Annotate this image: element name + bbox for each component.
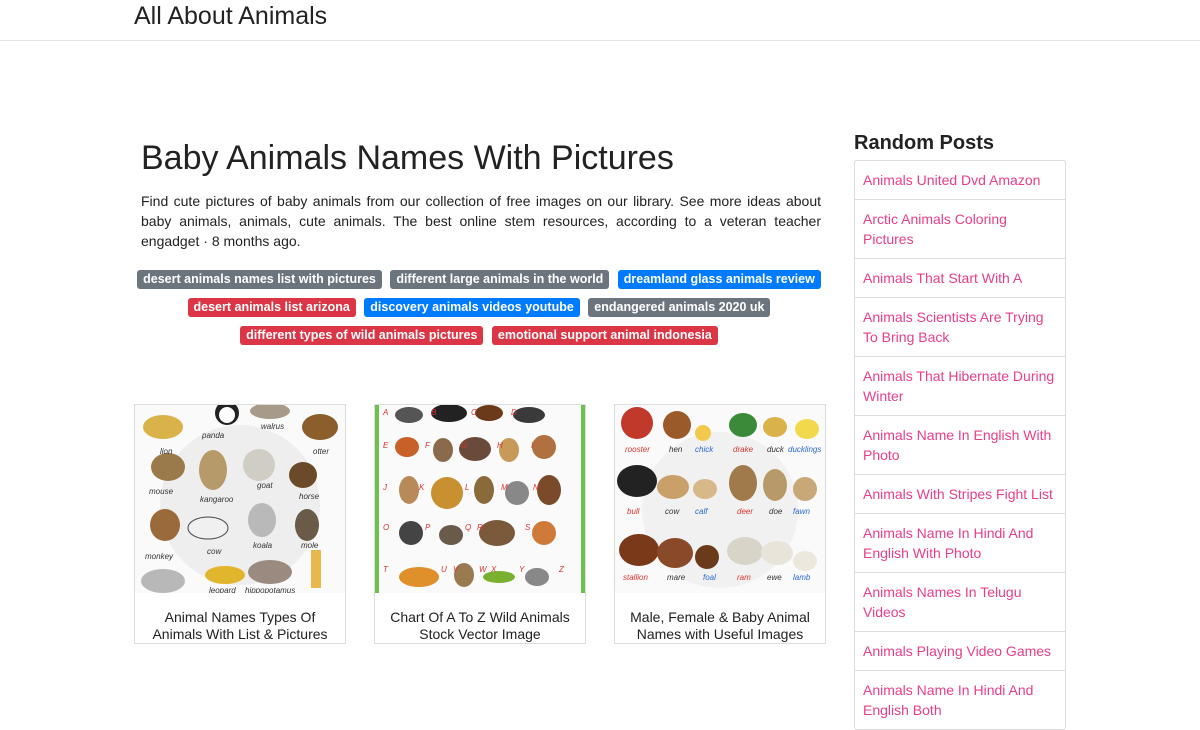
- animal-label: mouse: [149, 487, 174, 496]
- animal-label: lion: [160, 447, 173, 456]
- letter-label: X: [491, 565, 497, 574]
- animal-label: kangaroo: [200, 495, 234, 504]
- animal-label: goat: [257, 481, 273, 490]
- animal-label: drake: [733, 445, 754, 454]
- random-post-link[interactable]: Animals Names In Telugu Videos: [855, 573, 1065, 632]
- card-thumbnail[interactable]: A B C D E F G H I J K L M N O P Q R S T …: [375, 405, 585, 593]
- random-post-link[interactable]: Arctic Animals Coloring Pictures: [855, 200, 1065, 259]
- letter-label: W: [479, 565, 487, 574]
- site-brand[interactable]: All About Animals: [134, 2, 327, 31]
- letter-label: R: [477, 523, 483, 532]
- card-thumbnail[interactable]: rooster hen chick drake duck ducklings b…: [615, 405, 825, 593]
- letter-label: D: [511, 408, 517, 417]
- animal-label: hippopotamus: [245, 586, 296, 593]
- animal-label: foal: [703, 573, 716, 582]
- letter-label: Y: [519, 565, 525, 574]
- animal-label: calf: [695, 507, 708, 516]
- animal-label: monkey: [145, 552, 174, 561]
- tag-link[interactable]: discovery animals videos youtube: [364, 298, 580, 317]
- animal-label: cow: [665, 507, 680, 516]
- animal-label: chick: [695, 445, 714, 454]
- letter-label: E: [383, 441, 389, 450]
- letter-label: B: [431, 408, 437, 417]
- letter-label: F: [425, 441, 430, 450]
- letter-label: C: [471, 408, 477, 417]
- letter-label: A: [383, 408, 389, 417]
- animal-label: walrus: [261, 422, 285, 431]
- animal-label: horse: [299, 492, 320, 501]
- tag-link[interactable]: desert animals list arizona: [187, 298, 356, 317]
- animal-label: leopard: [209, 586, 236, 593]
- letter-label: O: [383, 523, 390, 532]
- animal-label: lamb: [793, 573, 811, 582]
- animal-label: stallion: [623, 573, 648, 582]
- letter-label: K: [419, 483, 425, 492]
- card-caption[interactable]: Animal Names Types Of Animals With List …: [135, 593, 345, 643]
- animal-label: doe: [769, 507, 783, 516]
- letter-label: S: [525, 523, 531, 532]
- page-title: Baby Animals Names With Pictures: [141, 139, 674, 177]
- animal-label: otter: [313, 447, 330, 456]
- letter-label: I: [531, 441, 534, 450]
- letter-label: L: [465, 483, 470, 492]
- animal-label: ducklings: [788, 445, 822, 454]
- letter-label: U: [441, 565, 447, 574]
- random-post-link[interactable]: Animals Playing Video Games: [855, 632, 1065, 671]
- navbar: All About Animals: [0, 0, 1200, 41]
- image-card[interactable]: panda walrus lion otter mouse kangaroo g…: [134, 404, 346, 644]
- tag-link[interactable]: endangered animals 2020 uk: [588, 298, 771, 317]
- random-post-link[interactable]: Animals That Start With A: [855, 259, 1065, 298]
- animal-label: ewe: [767, 573, 782, 582]
- sidebar-title: Random Posts: [854, 132, 995, 154]
- tag-list: desert animals names list with pictures …: [134, 265, 824, 349]
- sidebar: Random Posts Animals United Dvd Amazon A…: [854, 131, 1066, 730]
- letter-label: G: [461, 441, 468, 450]
- random-post-link[interactable]: Animals With Stripes Fight List: [855, 475, 1065, 514]
- random-post-link[interactable]: Animals Name In Hindi And English With P…: [855, 514, 1065, 573]
- letter-label: Q: [465, 523, 472, 532]
- random-post-link[interactable]: Animals United Dvd Amazon: [855, 161, 1065, 200]
- animal-label: duck: [767, 445, 784, 454]
- letter-label: Z: [559, 565, 564, 574]
- image-gallery: panda walrus lion otter mouse kangaroo g…: [134, 404, 834, 644]
- letter-label: T: [383, 565, 388, 574]
- animal-label: mole: [301, 541, 319, 550]
- animal-label: deer: [737, 507, 754, 516]
- article-description: Find cute pictures of baby animals from …: [141, 193, 821, 249]
- male-female-baby-animals-illustration: [617, 407, 819, 588]
- article: Baby Animals Names With Pictures Find cu…: [141, 138, 821, 251]
- animal-label: rooster: [625, 445, 650, 454]
- random-post-link[interactable]: Animals That Hibernate During Winter: [855, 357, 1065, 416]
- tag-link[interactable]: different types of wild animals pictures: [240, 326, 484, 345]
- random-post-link[interactable]: Animals Name In English With Photo: [855, 416, 1065, 475]
- image-card[interactable]: rooster hen chick drake duck ducklings b…: [614, 404, 826, 644]
- letter-label: V: [453, 565, 459, 574]
- letter-label: M: [501, 483, 508, 492]
- random-posts-list: Animals United Dvd Amazon Arctic Animals…: [854, 160, 1066, 730]
- tag-link[interactable]: desert animals names list with pictures: [137, 270, 382, 289]
- random-post-link[interactable]: Animals Scientists Are Trying To Bring B…: [855, 298, 1065, 357]
- animal-label: ram: [737, 573, 751, 582]
- animal-label: hen: [669, 445, 683, 454]
- animal-label: mare: [667, 573, 686, 582]
- letter-label: N: [533, 483, 539, 492]
- random-post-link[interactable]: Animals Name In Hindi And English Both: [855, 671, 1065, 729]
- animal-label: fawn: [793, 507, 810, 516]
- letter-label: J: [383, 483, 387, 492]
- tag-link[interactable]: emotional support animal indonesia: [491, 326, 718, 345]
- card-thumbnail[interactable]: panda walrus lion otter mouse kangaroo g…: [135, 405, 345, 593]
- tag-link[interactable]: dreamland glass animals review: [617, 270, 821, 289]
- letter-label: P: [425, 523, 431, 532]
- animal-label: bull: [627, 507, 640, 516]
- animal-label: koala: [253, 541, 273, 550]
- tag-link[interactable]: different large animals in the world: [390, 270, 610, 289]
- animal-label: cow: [207, 547, 222, 556]
- animal-label: panda: [202, 431, 225, 440]
- letter-label: H: [497, 441, 503, 450]
- image-card[interactable]: A B C D E F G H I J K L M N O P Q R S T …: [374, 404, 586, 644]
- card-caption[interactable]: Male, Female & Baby Animal Names with Us…: [615, 593, 825, 643]
- card-caption[interactable]: Chart Of A To Z Wild Animals Stock Vecto…: [375, 593, 585, 643]
